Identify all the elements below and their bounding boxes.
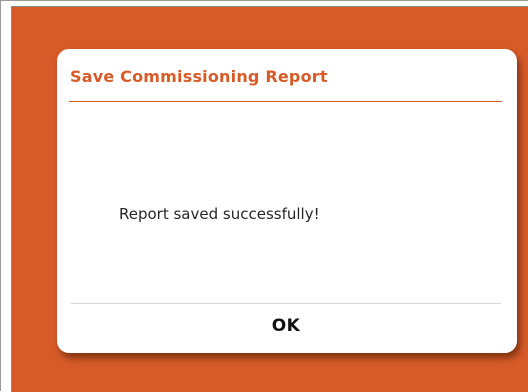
dialog-title: Save Commissioning Report bbox=[70, 67, 328, 86]
ok-button[interactable]: OK bbox=[71, 304, 501, 348]
title-divider bbox=[69, 101, 502, 102]
screen: Save Commissioning Report Report saved s… bbox=[0, 0, 528, 392]
save-report-dialog: Save Commissioning Report Report saved s… bbox=[57, 49, 517, 353]
ok-button-label: OK bbox=[271, 316, 301, 336]
dialog-message: Report saved successfully! bbox=[119, 205, 320, 223]
